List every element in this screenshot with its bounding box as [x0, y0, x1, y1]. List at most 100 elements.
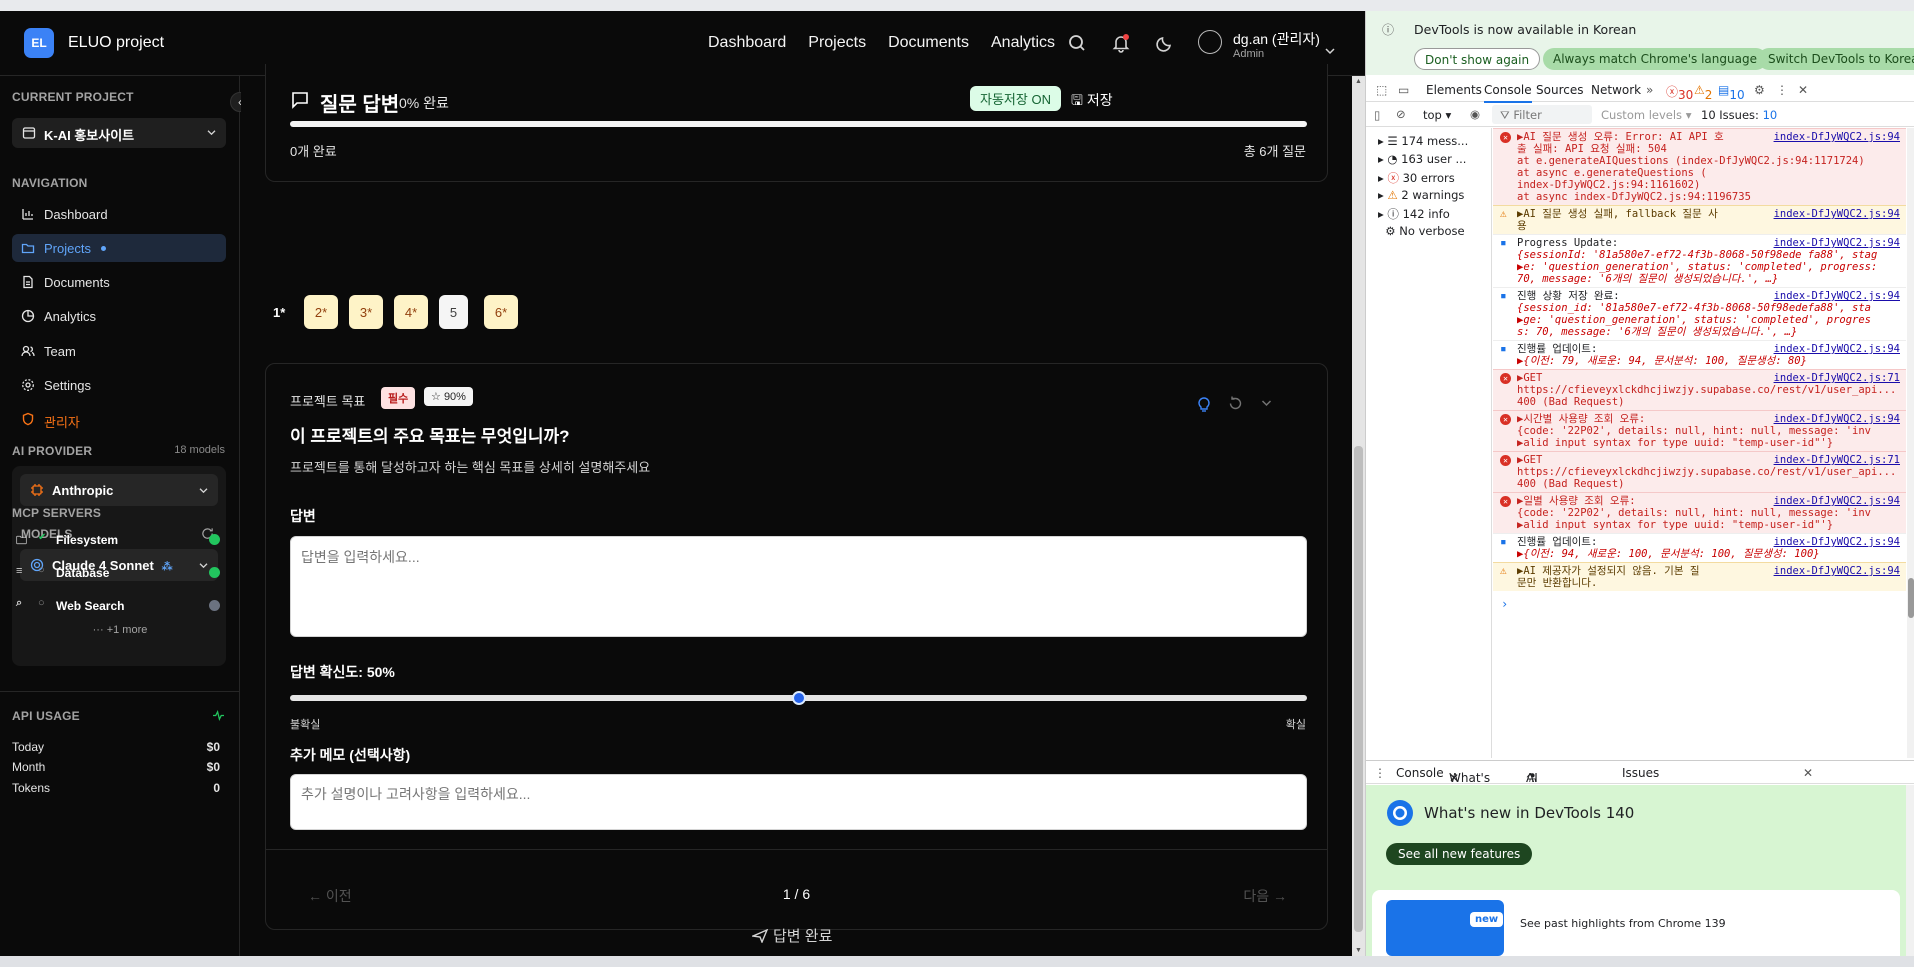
issues-link[interactable]: 10 Issues: 10	[1701, 108, 1777, 122]
question-number-5[interactable]: 5	[439, 295, 468, 329]
kebab-menu-icon[interactable]: ⋮	[1776, 83, 1788, 97]
scroll-up-icon[interactable]: ▲	[1355, 78, 1362, 85]
always-match-language-button[interactable]: Always match Chrome's language	[1543, 48, 1767, 70]
reset-icon[interactable]	[1228, 396, 1243, 411]
sidebar-info[interactable]: ▸ ⓘ 142 info	[1378, 206, 1450, 222]
console-message[interactable]: ✕ ▶시간별 사용량 조회 오류: {code: '22P02', details:…	[1493, 410, 1906, 451]
nav-analytics[interactable]: Analytics	[991, 34, 1055, 52]
slider-thumb[interactable]	[791, 691, 806, 705]
sidebar-item-admin[interactable]: 관리자	[12, 405, 226, 433]
sidebar-errors[interactable]: ▸ ⓧ 30 errors	[1378, 170, 1455, 186]
save-button[interactable]: 🖫 저장	[1071, 90, 1113, 114]
sidebar-item-team[interactable]: Team	[12, 337, 226, 365]
console-message[interactable]: ✕ ▶GET https://cfieveyxlckdhcjiwzjy.supaba…	[1493, 451, 1906, 492]
user-name[interactable]: dg.an (관리자)	[1233, 29, 1320, 49]
console-message[interactable]: ▪ 진행 상황 저장 완료: {session_id: '81a580e7-ef72…	[1493, 287, 1906, 340]
nav-dashboard[interactable]: Dashboard	[708, 34, 786, 52]
mcp-server-filesystem[interactable]: 🗀 ✔ Filesystem	[14, 529, 226, 551]
source-link[interactable]: index-DfJyWQC2.js:94	[1773, 536, 1900, 548]
console-message[interactable]: ▪ Progress Update: {sessionId: '81a580e7-e…	[1493, 234, 1906, 287]
warning-count-badge[interactable]: ⚠ 2	[1694, 83, 1712, 102]
scroll-thumb[interactable]	[1908, 578, 1914, 618]
close-drawer-icon[interactable]: ✕	[1803, 766, 1813, 780]
settings-gear-icon[interactable]: ⚙	[1754, 83, 1765, 97]
search-icon[interactable]	[1067, 33, 1087, 53]
error-count-badge[interactable]: ⓧ 30	[1666, 83, 1693, 102]
drawer-menu-icon[interactable]: ⋮	[1374, 766, 1386, 780]
chevron-down-icon[interactable]	[1325, 47, 1335, 55]
sidebar-item-projects[interactable]: Projects	[12, 234, 226, 262]
tab-network[interactable]: Network	[1591, 83, 1641, 97]
logo-badge[interactable]: EL	[24, 28, 54, 58]
confidence-slider[interactable]	[290, 691, 1307, 705]
sidebar-item-settings[interactable]: Settings	[12, 371, 226, 399]
mcp-server-web-search[interactable]: ⌕ ○ Web Search	[14, 595, 226, 617]
context-select[interactable]: top ▾	[1423, 108, 1451, 122]
console-message[interactable]: ✕ ▶AI 질문 생성 오류: Error: AI API 호출 실패: API …	[1493, 128, 1906, 205]
source-link[interactable]: index-DfJyWQC2.js:71	[1773, 454, 1900, 466]
drawer-scrollbar[interactable]	[1906, 785, 1914, 956]
project-select[interactable]: K-AI 홍보사이트	[12, 118, 226, 148]
source-link[interactable]: index-DfJyWQC2.js:94	[1773, 131, 1900, 143]
console-message[interactable]: ✕ ▶GET https://cfieveyxlckdhcjiwzjy.supaba…	[1493, 369, 1906, 410]
sidebar-toggle-icon[interactable]: ▯	[1374, 108, 1380, 122]
sidebar-item-analytics[interactable]: Analytics	[12, 302, 226, 330]
source-link[interactable]: index-DfJyWQC2.js:94	[1773, 343, 1900, 355]
console-message[interactable]: ▪ 진행률 업데이트: ▶{이전: 79, 새로운: 94, 문서분석: 100, …	[1493, 340, 1906, 369]
page-scrollbar[interactable]: ▲ ▼	[1352, 76, 1365, 956]
close-devtools-icon[interactable]: ✕	[1798, 83, 1808, 97]
issue-count-badge[interactable]: ▤ 10	[1718, 83, 1745, 102]
highlights-card[interactable]: new See past highlights from Chrome 139	[1372, 890, 1900, 956]
source-link[interactable]: index-DfJyWQC2.js:94	[1773, 565, 1900, 577]
scroll-down-icon[interactable]: ▼	[1355, 947, 1362, 954]
console-message[interactable]: ⚠ ▶AI 제공자가 설정되지 않음. 기본 질 문만 반환합니다. index-Df…	[1493, 562, 1906, 591]
sidebar-item-documents[interactable]: Documents	[12, 268, 226, 296]
question-number-3[interactable]: 3*	[349, 295, 383, 329]
sidebar-item-dashboard[interactable]: Dashboard	[12, 200, 226, 228]
sidebar-verbose[interactable]: ⚙ No verbose	[1378, 224, 1464, 238]
source-link[interactable]: index-DfJyWQC2.js:94	[1773, 413, 1900, 425]
source-link[interactable]: index-DfJyWQC2.js:94	[1773, 495, 1900, 507]
console-filter-input[interactable]: ⛛ Filter	[1492, 105, 1592, 124]
autosave-toggle[interactable]: 자동저장 ON	[970, 86, 1061, 111]
see-all-features-button[interactable]: See all new features	[1386, 843, 1533, 865]
source-link[interactable]: index-DfJyWQC2.js:94	[1773, 237, 1900, 249]
submit-answers-button[interactable]: 답변 완료	[750, 925, 832, 946]
source-link[interactable]: index-DfJyWQC2.js:71	[1773, 372, 1900, 384]
app-title[interactable]: ELUO project	[68, 34, 164, 52]
scroll-thumb[interactable]	[1354, 446, 1363, 932]
more-tabs-icon[interactable]: »	[1646, 83, 1653, 97]
drawer-tab-issues[interactable]: Issues	[1622, 766, 1659, 780]
mcp-more-link[interactable]: ··· +1 more	[0, 624, 240, 636]
tab-console[interactable]: Console	[1484, 83, 1532, 103]
switch-to-korean-button[interactable]: Switch DevTools to Korean	[1758, 48, 1914, 70]
sidebar-warnings[interactable]: ▸ ⚠ 2 warnings	[1378, 188, 1464, 202]
sidebar-user-messages[interactable]: ▸ ◔ 163 user ...	[1378, 152, 1466, 166]
tab-elements[interactable]: Elements	[1426, 83, 1482, 97]
moon-icon[interactable]	[1155, 33, 1175, 53]
console-prompt[interactable]: ›	[1501, 597, 1508, 611]
console-scrollbar[interactable]	[1907, 128, 1914, 758]
console-message[interactable]: ▪ 진행률 업데이트: ▶{이전: 94, 새로운: 100, 문서분석: 100,…	[1493, 533, 1906, 562]
source-link[interactable]: index-DfJyWQC2.js:94	[1773, 290, 1900, 302]
nav-documents[interactable]: Documents	[888, 34, 969, 52]
next-button[interactable]: 다음 →	[1243, 886, 1287, 906]
close-icon[interactable]: ✕	[1449, 771, 1459, 785]
clear-console-icon[interactable]: ⊘	[1396, 107, 1406, 121]
source-link[interactable]: index-DfJyWQC2.js:94	[1773, 208, 1900, 220]
bell-icon[interactable]	[1111, 33, 1131, 53]
eye-icon[interactable]: ◉	[1470, 107, 1480, 121]
drawer-tab-console[interactable]: Console	[1396, 766, 1444, 780]
memo-textarea[interactable]	[290, 774, 1307, 830]
answer-textarea[interactable]	[290, 536, 1307, 637]
lightbulb-icon[interactable]	[1197, 396, 1211, 412]
log-levels-select[interactable]: Custom levels ▾	[1601, 108, 1692, 122]
inspect-icon[interactable]: ⬚	[1376, 83, 1387, 97]
sidebar-messages[interactable]: ▸ ☰ 174 mess...	[1378, 134, 1468, 148]
question-number-1[interactable]: 1*	[273, 305, 285, 320]
nav-projects[interactable]: Projects	[808, 34, 866, 52]
provider-select[interactable]: Anthropic	[20, 474, 218, 506]
dont-show-again-button[interactable]: Don't show again	[1414, 48, 1541, 70]
question-number-6[interactable]: 6*	[484, 295, 518, 329]
tab-sources[interactable]: Sources	[1536, 83, 1583, 97]
